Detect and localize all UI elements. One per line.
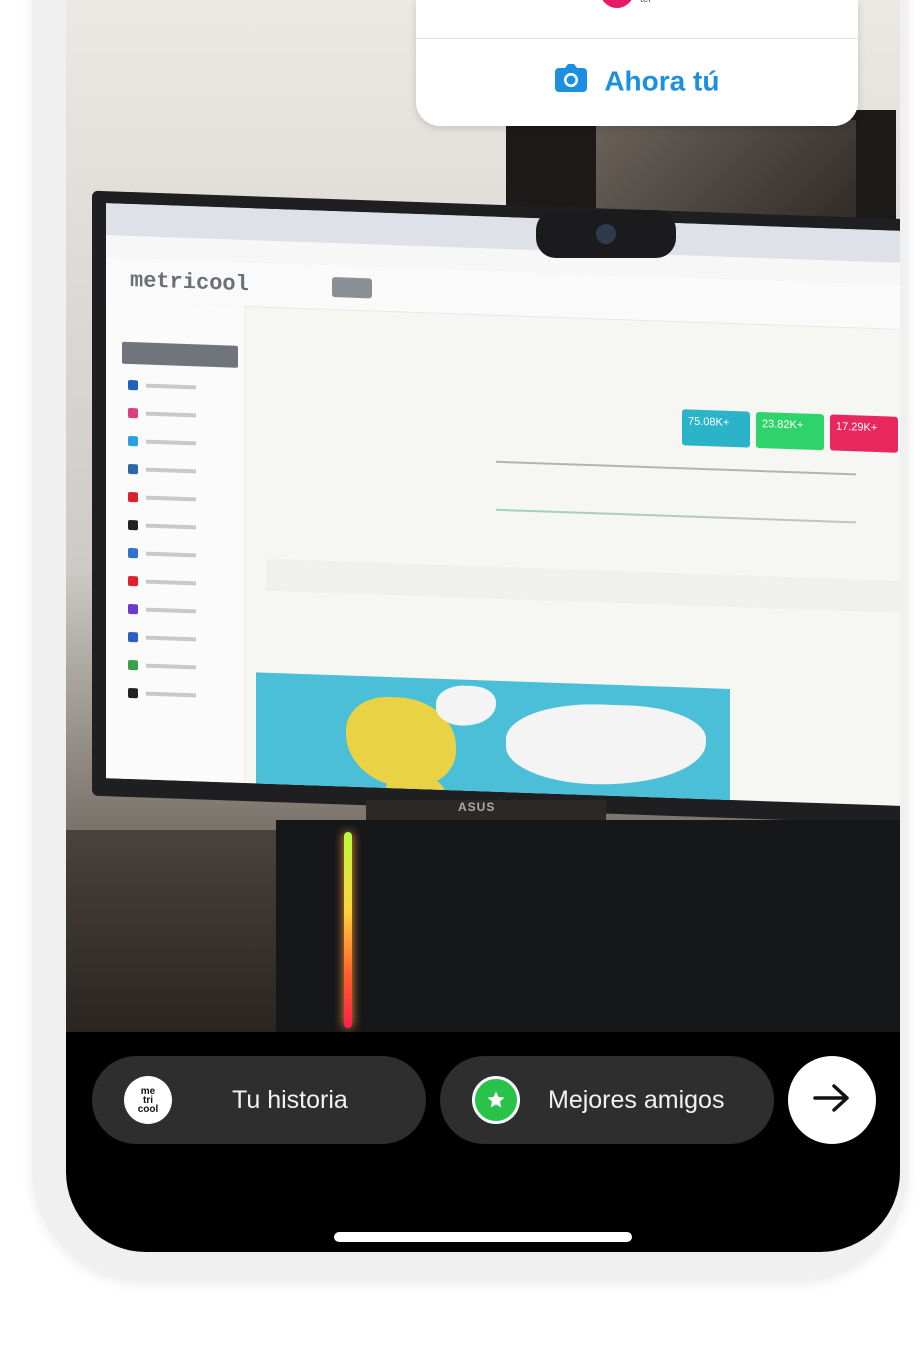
kpi-tile: 17.29K+ (830, 414, 898, 453)
ahora-tu-label: Ahora tú (604, 65, 720, 97)
monitor-dashboard: 75.08K+ 23.82K+ 17.29K+ (256, 328, 900, 806)
avatar-icon: me tri cool (124, 1076, 172, 1124)
pc-tower (276, 820, 900, 1032)
kpi-tile: 23.82K+ (756, 411, 824, 451)
badge-text: ter (640, 0, 652, 5)
send-next-button[interactable] (788, 1056, 876, 1144)
star-icon (472, 1076, 520, 1124)
arrow-right-icon (812, 1082, 852, 1119)
monitor: metricool 75.08K+ 23.82K+ 17.29K+ (92, 190, 900, 825)
metricool-logo: metricool (130, 268, 249, 298)
monitor-sidebar (106, 301, 245, 784)
monitor-screen: metricool 75.08K+ 23.82K+ 17.29K+ (106, 203, 900, 806)
home-indicator[interactable] (334, 1232, 632, 1242)
camera-icon (554, 64, 587, 99)
story-notification: ter Ahora tú (416, 0, 858, 126)
phone-screen: metricool 75.08K+ 23.82K+ 17.29K+ ASUS A… (66, 0, 900, 1252)
ahora-tu-button[interactable]: Ahora tú (416, 64, 858, 99)
story-photo: metricool 75.08K+ 23.82K+ 17.29K+ ASUS (66, 0, 900, 1032)
asus-logo: ASUS (458, 800, 496, 814)
rgb-light-strip (344, 832, 352, 1028)
kpi-tile: 75.08K+ (682, 409, 750, 448)
your-story-label: Tu historia (232, 1085, 348, 1114)
close-friends-button[interactable]: Mejores amigos (440, 1056, 774, 1144)
close-friends-label: Mejores amigos (548, 1085, 725, 1114)
world-map (256, 672, 730, 806)
webcam (536, 210, 676, 258)
profile-badge (600, 0, 634, 8)
your-story-button[interactable]: me tri cool Tu historia (92, 1056, 426, 1144)
